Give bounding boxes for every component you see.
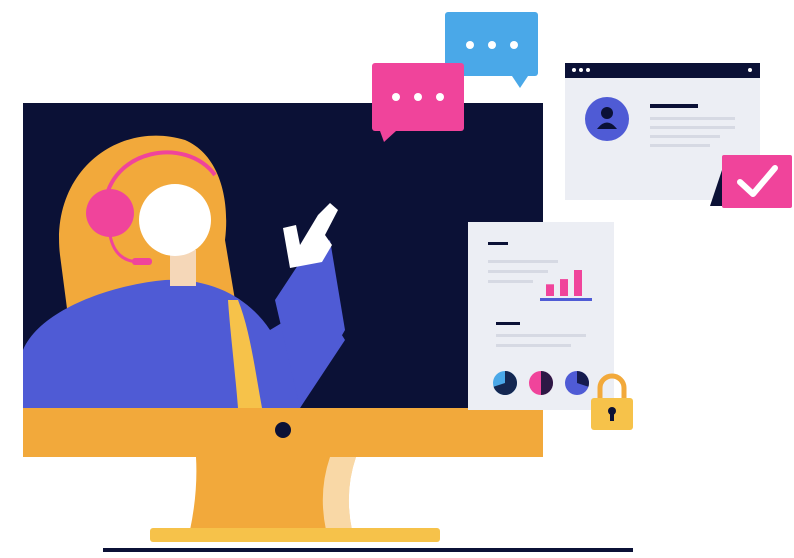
- support-illustration: [23, 12, 792, 552]
- monitor-stand: [103, 457, 633, 552]
- bar-chart-bar: [560, 279, 568, 296]
- bar-chart-bar: [546, 284, 554, 296]
- bar-chart-bar: [574, 270, 582, 296]
- avatar-icon: [585, 97, 629, 141]
- monitor-webcam-dot: [275, 422, 291, 438]
- monitor-bezel: [23, 408, 543, 457]
- checkmark-icon: [710, 155, 792, 208]
- pie-chart-icon: [493, 371, 589, 396]
- chat-bubble-pink-icon: [372, 63, 464, 142]
- report-document-icon: [468, 222, 614, 410]
